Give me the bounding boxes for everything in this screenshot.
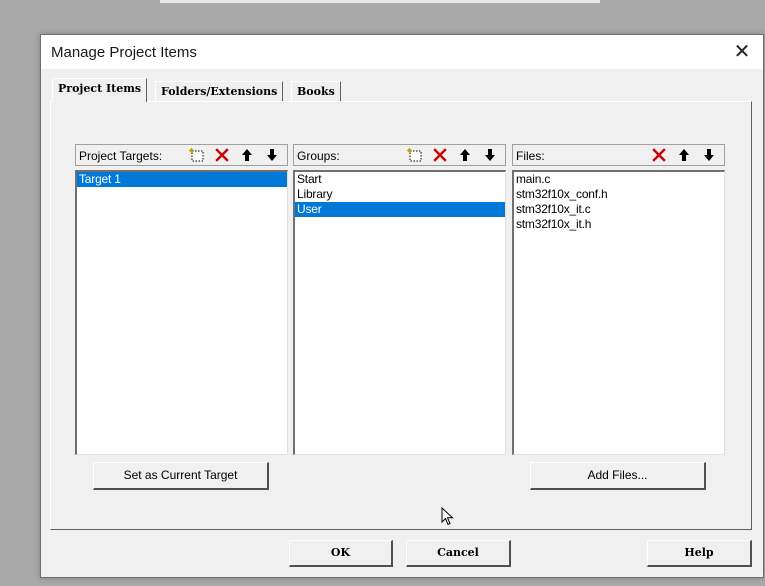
new-item-icon	[189, 148, 204, 162]
close-icon[interactable]: ✕	[729, 39, 755, 65]
move-up-icon	[460, 149, 470, 161]
move-down-icon	[485, 149, 495, 161]
groups-list[interactable]: Start Library User	[293, 170, 506, 455]
files-header: Files:	[512, 144, 725, 166]
groups-label: Groups:	[297, 149, 340, 163]
move-group-up-button[interactable]	[454, 146, 476, 164]
dialog-title: Manage Project Items	[51, 44, 197, 61]
move-down-icon	[267, 149, 277, 161]
move-group-down-button[interactable]	[479, 146, 501, 164]
delete-icon	[215, 148, 229, 162]
delete-icon	[652, 148, 666, 162]
ok-button[interactable]: OK	[289, 540, 393, 567]
add-files-button[interactable]: Add Files...	[530, 462, 706, 490]
list-item[interactable]: Library	[295, 187, 505, 202]
cancel-button[interactable]: Cancel	[406, 540, 511, 567]
delete-icon	[433, 148, 447, 162]
delete-file-button[interactable]	[648, 146, 670, 164]
list-item[interactable]: stm32f10x_conf.h	[514, 187, 724, 202]
project-targets-list[interactable]: Target 1	[75, 170, 288, 455]
set-as-current-target-button[interactable]: Set as Current Target	[93, 462, 269, 490]
move-up-icon	[242, 149, 252, 161]
title-bar: Manage Project Items ✕	[41, 35, 763, 69]
mouse-pointer-icon	[441, 507, 454, 526]
groups-header: Groups:	[293, 144, 506, 166]
background-window-edge	[160, 0, 600, 3]
list-item[interactable]: main.c	[514, 172, 724, 187]
tab-books[interactable]: Books	[291, 81, 341, 101]
files-list[interactable]: main.c stm32f10x_conf.h stm32f10x_it.c s…	[512, 170, 725, 455]
move-file-down-button[interactable]	[698, 146, 720, 164]
manage-project-items-dialog: Manage Project Items ✕ Project Items Fol…	[40, 34, 764, 578]
move-target-down-button[interactable]	[261, 146, 283, 164]
tab-project-items[interactable]: Project Items	[52, 78, 148, 102]
move-file-up-button[interactable]	[673, 146, 695, 164]
project-targets-header: Project Targets:	[75, 144, 288, 166]
delete-target-button[interactable]	[211, 146, 233, 164]
list-item[interactable]: stm32f10x_it.c	[514, 202, 724, 217]
new-target-button[interactable]	[186, 146, 208, 164]
help-button[interactable]: Help	[647, 540, 752, 567]
list-item[interactable]: User	[295, 202, 505, 217]
project-targets-label: Project Targets:	[79, 149, 163, 163]
list-item[interactable]: stm32f10x_it.h	[514, 217, 724, 232]
files-label: Files:	[516, 149, 545, 163]
new-group-button[interactable]	[404, 146, 426, 164]
tab-folders-extensions[interactable]: Folders/Extensions	[155, 81, 284, 101]
new-item-icon	[407, 148, 422, 162]
list-item[interactable]: Start	[295, 172, 505, 187]
move-up-icon	[679, 149, 689, 161]
delete-group-button[interactable]	[429, 146, 451, 164]
move-down-icon	[704, 149, 714, 161]
move-target-up-button[interactable]	[236, 146, 258, 164]
list-item[interactable]: Target 1	[77, 172, 287, 187]
